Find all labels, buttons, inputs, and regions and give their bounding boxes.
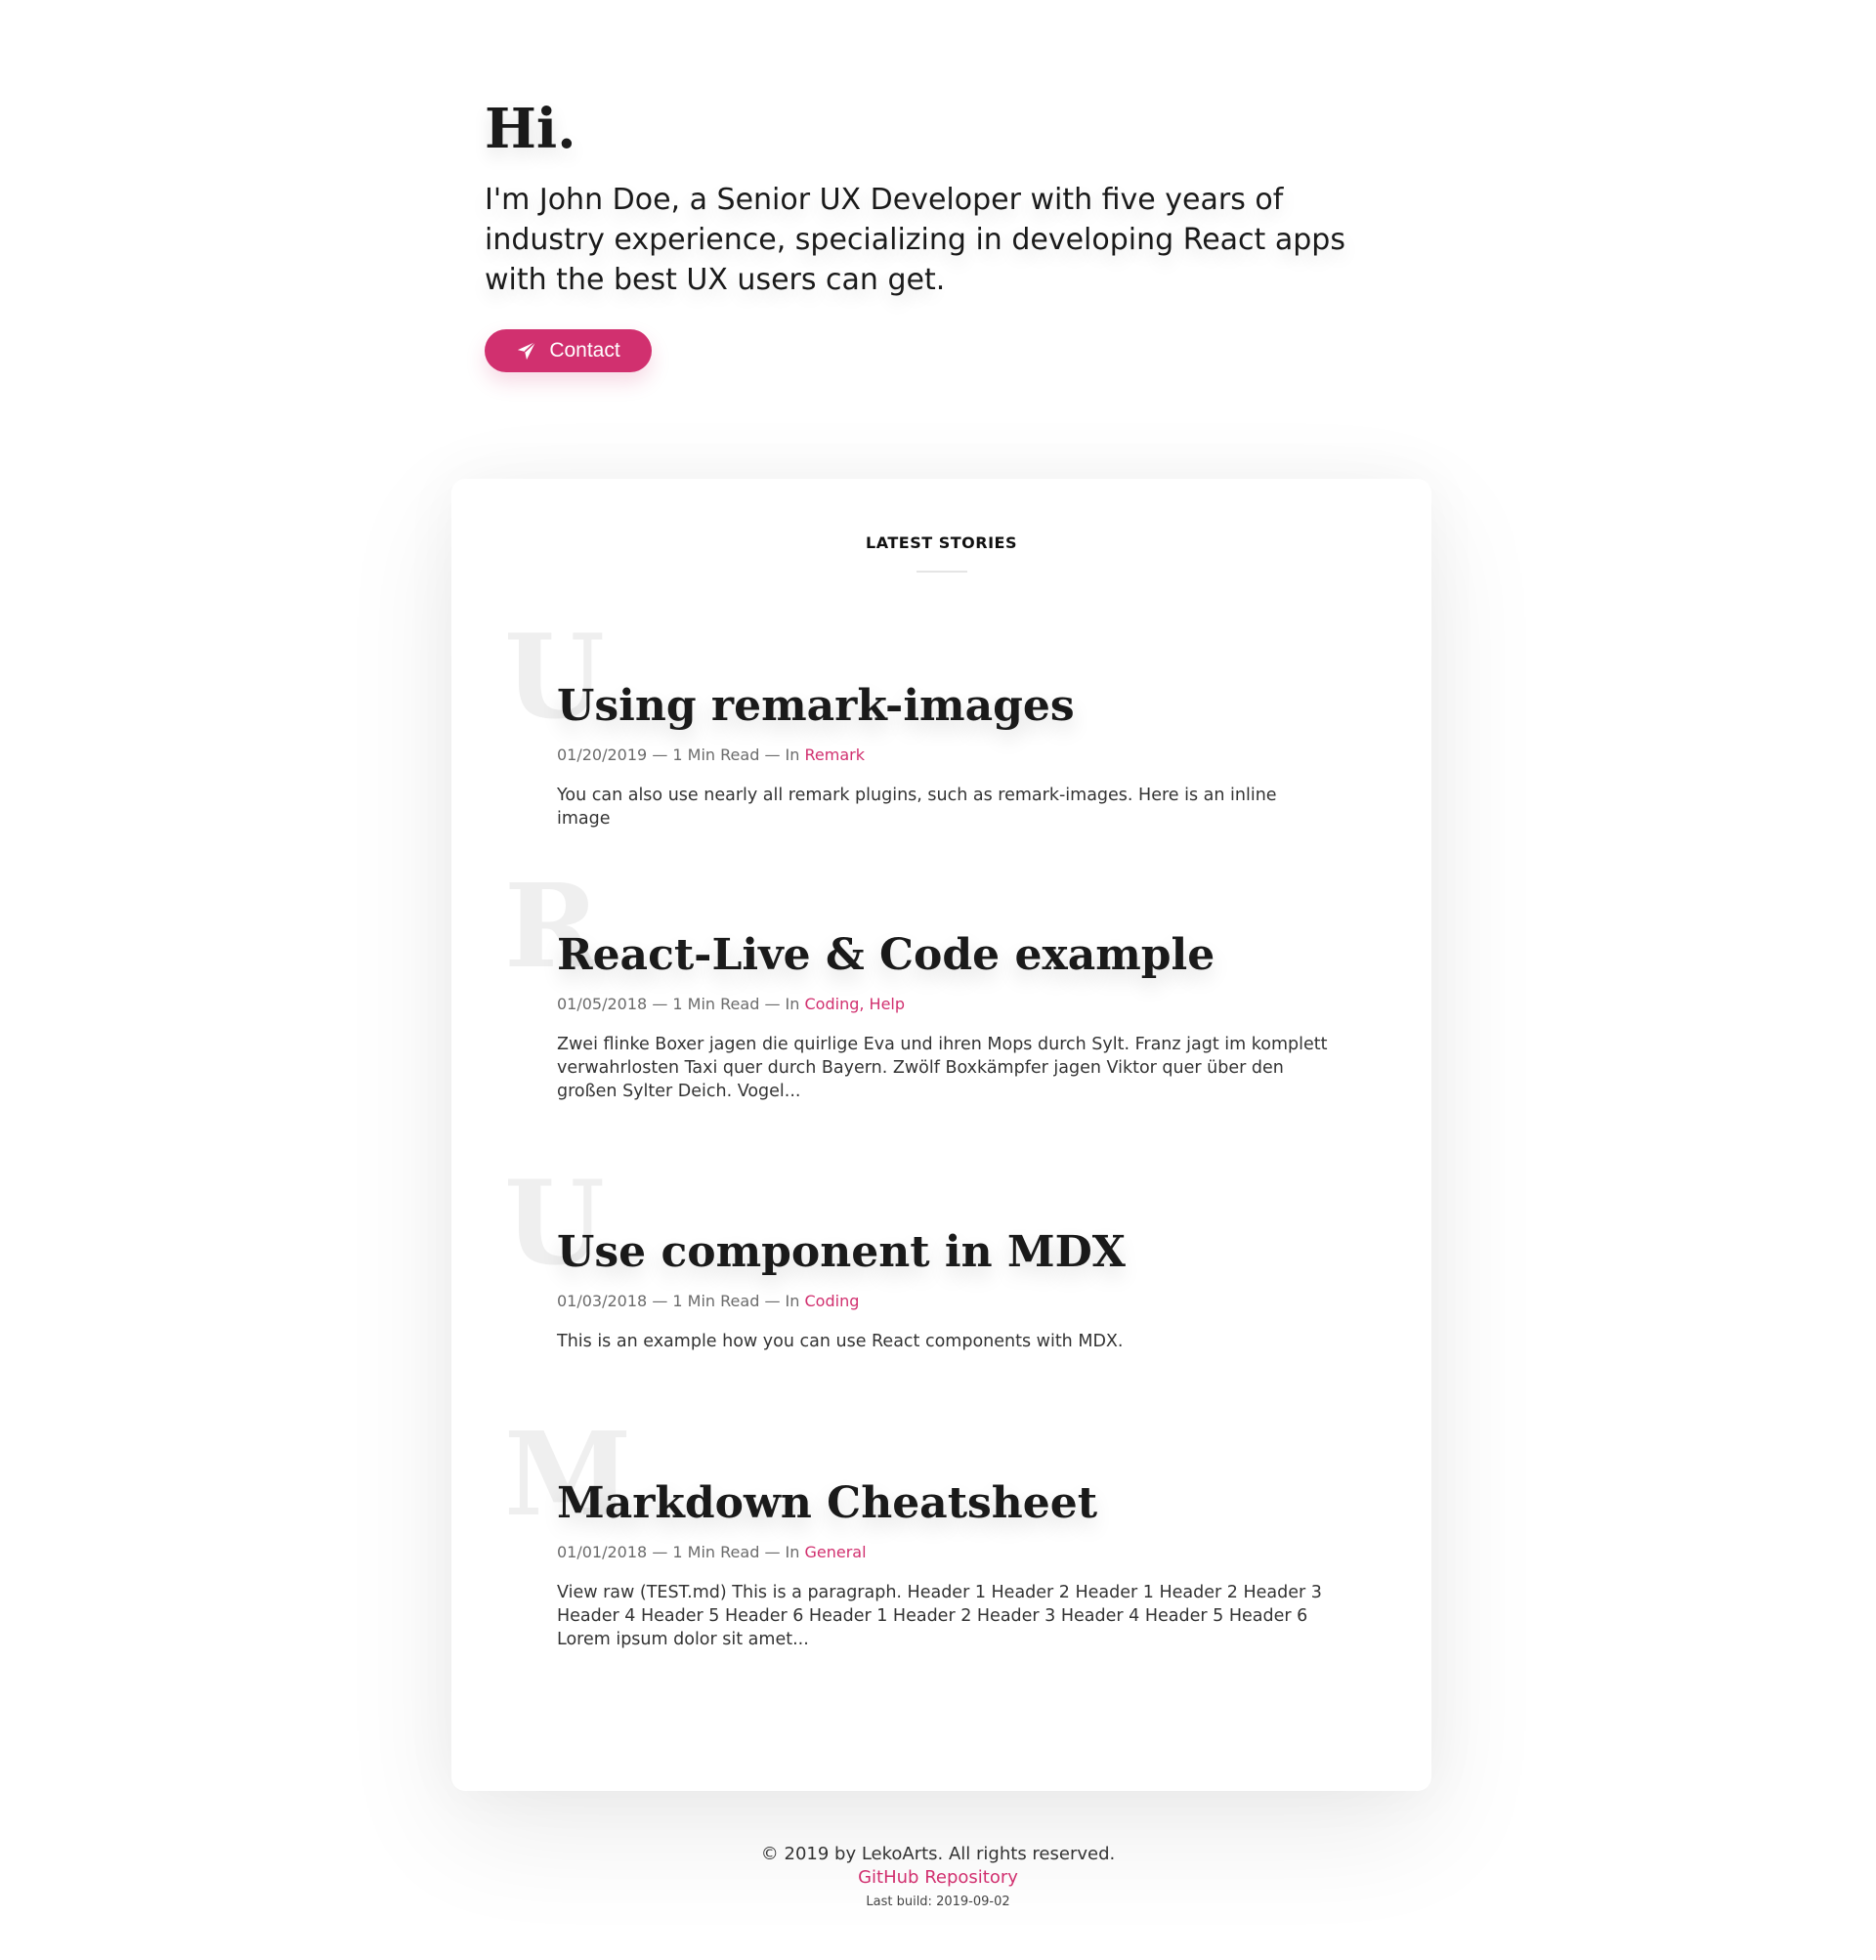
footer-last-build: Last build: 2019-09-02 <box>866 1895 1010 1909</box>
story-date: 01/01/2018 <box>557 1543 648 1561</box>
hero-title: Hi. <box>485 97 576 161</box>
section-title: LATEST STORIES <box>866 533 1017 552</box>
story-title-link[interactable]: Markdown Cheatsheet <box>557 1477 1097 1530</box>
meta-in-label: — In <box>764 1292 800 1310</box>
hero: Hi. I'm John Doe, a Senior UX Developer … <box>485 98 1403 372</box>
meta-in-label: — In <box>764 995 800 1013</box>
story-item: U Use component in MDX 01/03/2018 — 1 Mi… <box>504 1166 1339 1353</box>
story-date: 01/05/2018 <box>557 995 648 1013</box>
meta-separator: — <box>652 995 668 1013</box>
contact-button-label: Contact <box>549 339 620 362</box>
contact-button[interactable]: Contact <box>485 329 652 372</box>
footer-copyright: © 2019 by LekoArts. All rights reserved. <box>760 1844 1116 1864</box>
story-read-time: 1 Min Read <box>672 1292 760 1310</box>
story-excerpt: View raw (TEST.md) This is a paragraph. … <box>557 1583 1322 1649</box>
meta-separator: — <box>652 746 668 764</box>
story-read-time: 1 Min Read <box>672 1543 760 1561</box>
story-item: U Using remark-images 01/20/2019 — 1 Min… <box>504 619 1339 831</box>
story-item: M Markdown Cheatsheet 01/01/2018 — 1 Min… <box>504 1417 1339 1651</box>
story-meta: 01/20/2019 — 1 Min Read — In Remark <box>557 745 1339 766</box>
meta-separator: — <box>652 1292 668 1310</box>
story-item: R React-Live & Code example 01/05/2018 —… <box>504 869 1339 1103</box>
story-excerpt: You can also use nearly all remark plugi… <box>557 786 1277 829</box>
story-excerpt: Zwei flinke Boxer jagen die quirlige Eva… <box>557 1035 1328 1101</box>
story-excerpt: This is an example how you can use React… <box>557 1332 1124 1351</box>
meta-separator: — <box>652 1543 668 1561</box>
story-date: 01/03/2018 <box>557 1292 648 1310</box>
latest-stories-card: LATEST STORIES U Using remark-images 01/… <box>451 479 1431 1791</box>
meta-in-label: — In <box>764 1543 800 1561</box>
story-meta: 01/03/2018 — 1 Min Read — In Coding <box>557 1291 1339 1312</box>
github-repository-link[interactable]: GitHub Repository <box>858 1866 1018 1890</box>
category-link[interactable]: Coding <box>805 995 860 1013</box>
paper-plane-icon <box>516 340 537 362</box>
category-link[interactable]: Help <box>870 995 905 1013</box>
story-meta: 01/01/2018 — 1 Min Read — In General <box>557 1542 1339 1563</box>
category-link[interactable]: General <box>805 1543 867 1561</box>
footer: © 2019 by LekoArts. All rights reserved.… <box>0 1843 1876 1911</box>
story-read-time: 1 Min Read <box>672 746 760 764</box>
category-link[interactable]: Remark <box>805 746 865 764</box>
story-title-link[interactable]: React-Live & Code example <box>557 929 1215 982</box>
category-separator: , <box>859 995 865 1013</box>
story-meta: 01/05/2018 — 1 Min Read — In Coding, Hel… <box>557 994 1339 1015</box>
category-link[interactable]: Coding <box>805 1292 860 1310</box>
meta-in-label: — In <box>764 746 800 764</box>
story-title-link[interactable]: Using remark-images <box>557 680 1075 733</box>
section-divider <box>917 571 967 573</box>
story-read-time: 1 Min Read <box>672 995 760 1013</box>
story-title-link[interactable]: Use component in MDX <box>557 1226 1126 1279</box>
hero-intro: I'm John Doe, a Senior UX Developer with… <box>485 183 1345 297</box>
story-date: 01/20/2019 <box>557 746 648 764</box>
